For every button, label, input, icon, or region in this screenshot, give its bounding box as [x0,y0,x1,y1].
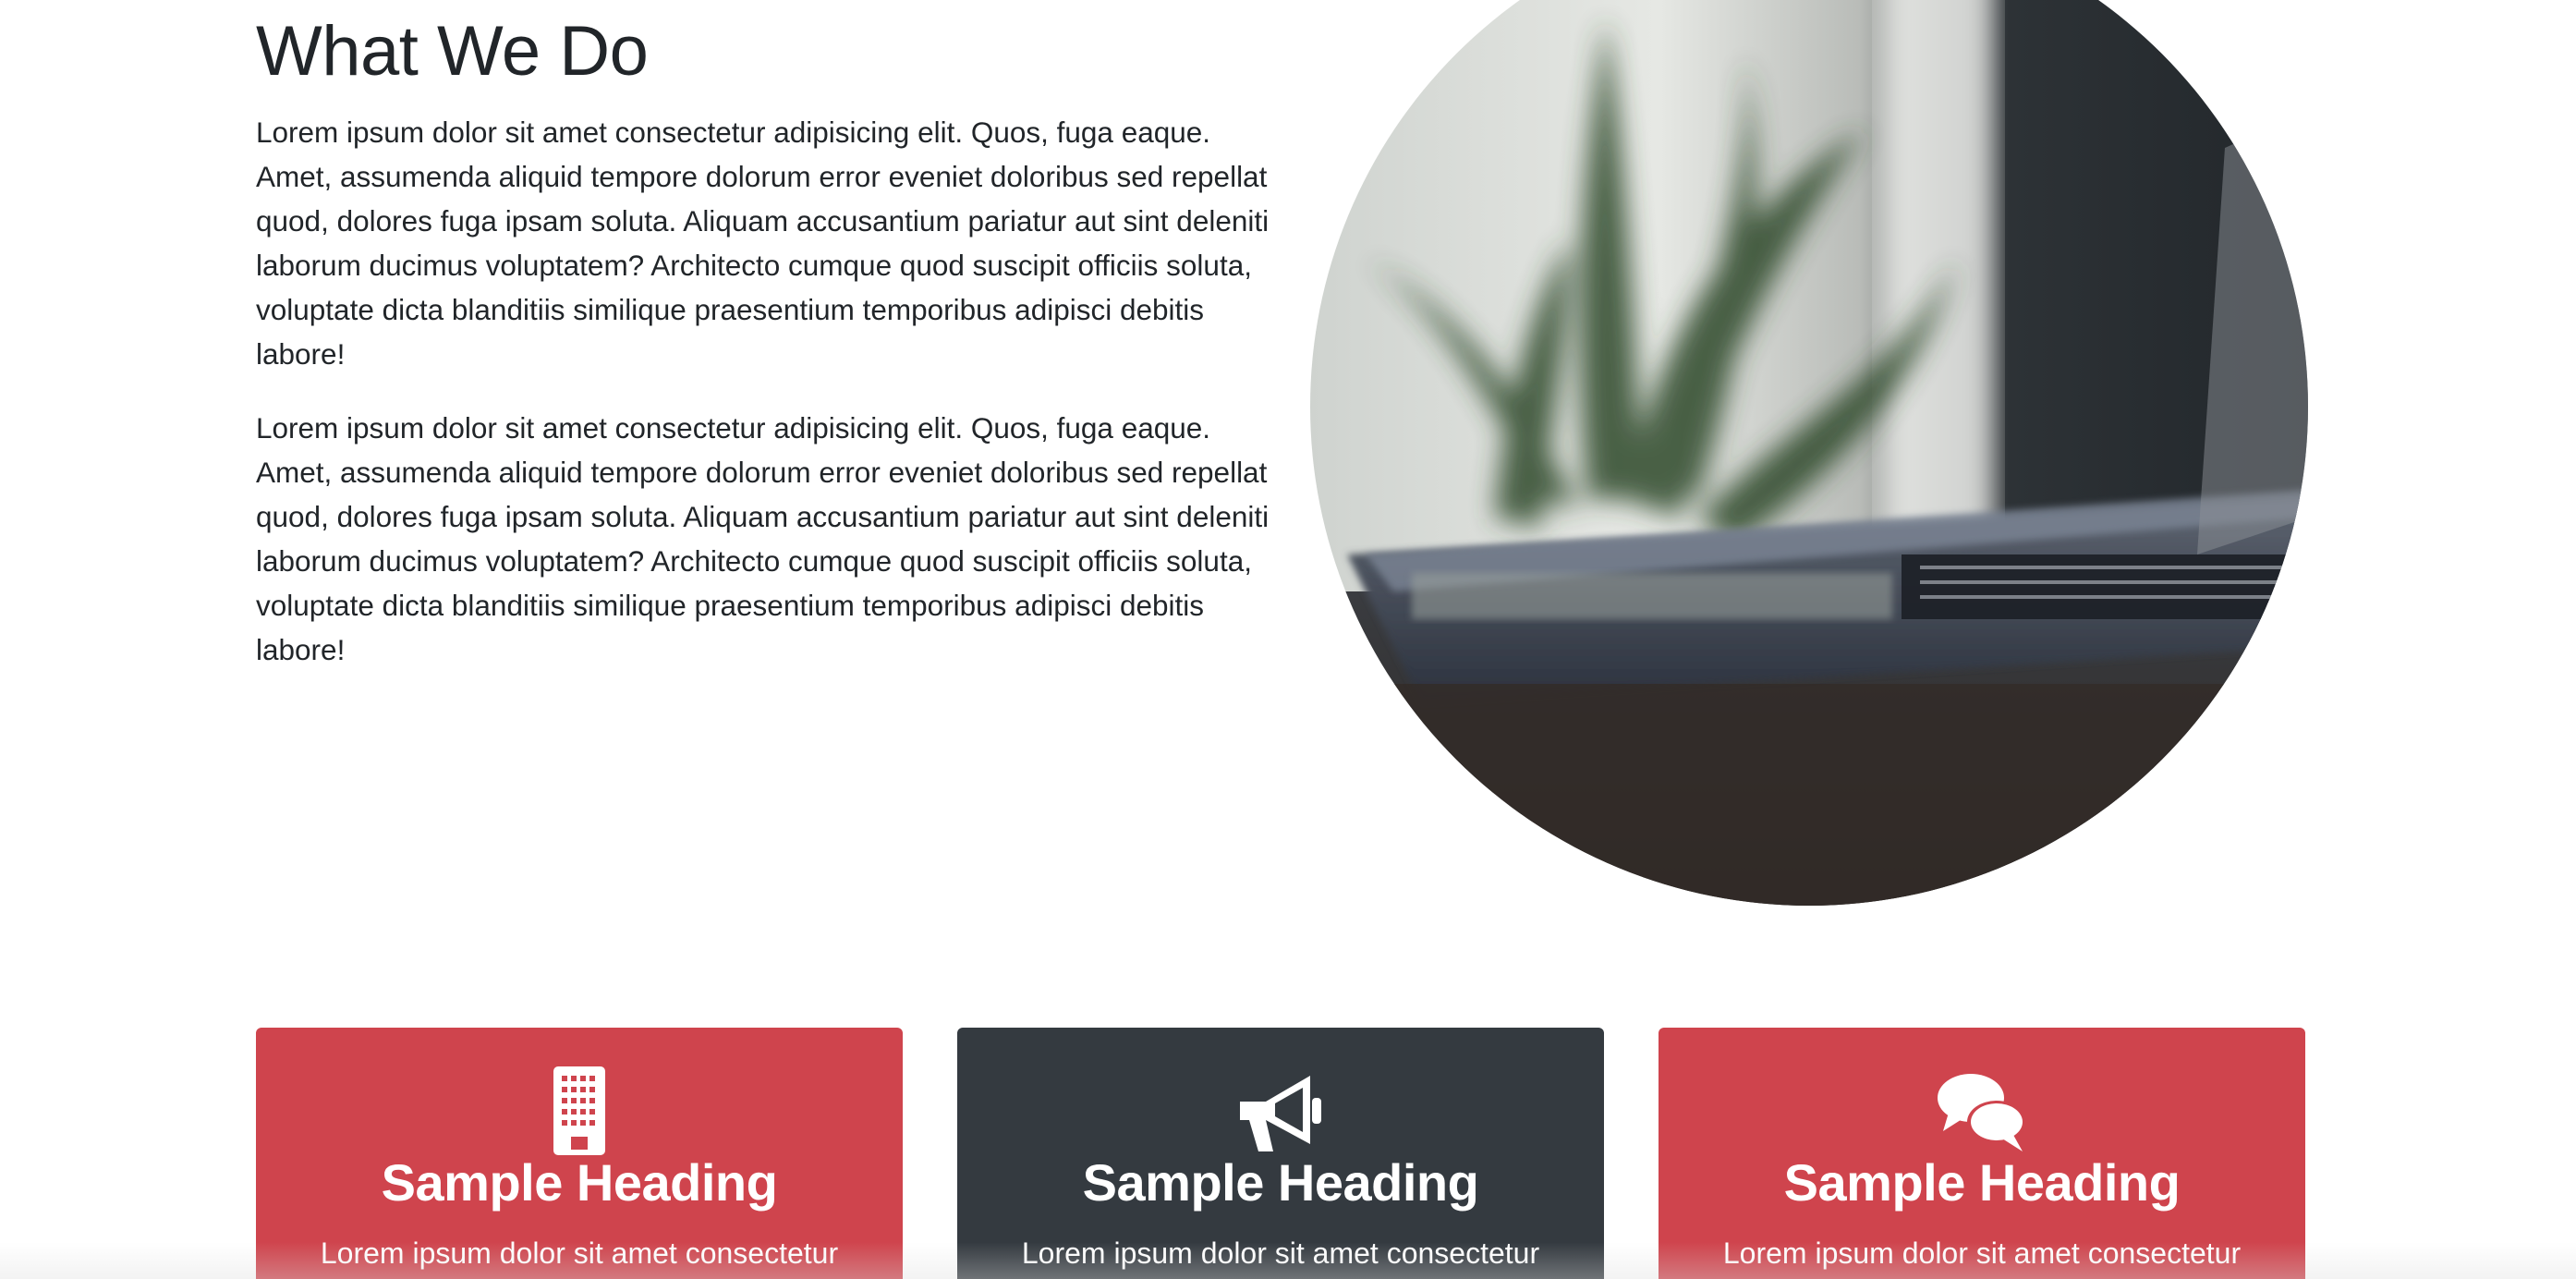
card-heading: Sample Heading [1783,1153,2181,1212]
bullhorn-icon [1234,1065,1327,1157]
page: What We Do Lorem ipsum dolor sit amet co… [0,0,2576,1279]
what-we-do-section: What We Do Lorem ipsum dolor sit amet co… [256,0,1272,701]
about-paragraph-1: Lorem ipsum dolor sit amet consectetur a… [256,116,1270,371]
card-text: Lorem ipsum dolor sit amet consectetur [320,1236,839,1270]
comments-icon [1936,1065,2028,1157]
service-card-2: Sample Heading Lorem ipsum dolor sit ame… [957,1028,1604,1279]
service-card-3: Sample Heading Lorem ipsum dolor sit ame… [1659,1028,2305,1279]
service-card-1: Sample Heading Lorem ipsum dolor sit ame… [256,1028,903,1279]
laptop-plant-photo [1310,0,2308,906]
about-paragraph-2: Lorem ipsum dolor sit amet consectetur a… [256,411,1270,666]
card-text: Lorem ipsum dolor sit amet consectetur [1021,1236,1540,1270]
building-icon [533,1065,626,1157]
card-heading: Sample Heading [381,1153,778,1212]
card-heading: Sample Heading [1082,1153,1479,1212]
card-text: Lorem ipsum dolor sit amet consectetur [1722,1236,2242,1270]
section-title: What We Do [256,12,649,91]
